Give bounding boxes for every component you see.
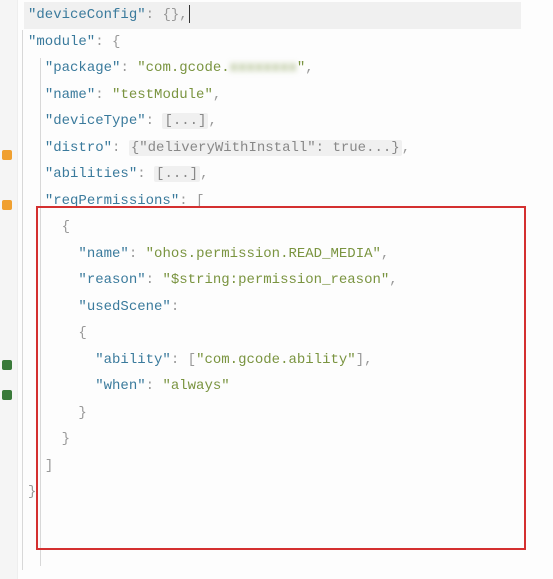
code-line: "deviceConfig": {}, [28,2,553,29]
gutter-marker [2,390,12,400]
code-line: ] [28,453,553,480]
code-line: } [28,479,553,506]
json-key: "module" [28,34,95,50]
gutter-marker [2,200,12,210]
code-line: "distro": {"deliveryWithInstall": true..… [28,135,553,162]
code-line: "name": "ohos.permission.READ_MEDIA", [28,241,553,268]
code-line: "when": "always" [28,373,553,400]
code-line: "package": "com.gcode.xxxxxxxx", [28,55,553,82]
json-key: "name" [78,246,128,262]
code-line: "deviceType": [...], [28,108,553,135]
json-key: "reqPermissions" [45,193,179,209]
json-key: "when" [95,378,145,394]
code-line: "usedScene": [28,294,553,321]
gutter-marker [2,150,12,160]
json-key: "usedScene" [78,299,170,315]
folded-content[interactable]: [...] [162,113,208,129]
json-key: "deviceConfig" [28,7,146,23]
code-line: "reqPermissions": [ [28,188,553,215]
editor-gutter [0,0,18,579]
code-line: { [28,320,553,347]
json-key: "abilities" [45,166,137,182]
json-key: "package" [45,60,121,76]
json-key: "deviceType" [45,113,146,129]
code-editor[interactable]: "deviceConfig": {}, "module": { "package… [0,0,553,506]
json-key: "reason" [78,272,145,288]
json-key: "distro" [45,140,112,156]
fold-guide [22,30,23,570]
fold-guide [40,58,41,566]
code-line: { [28,214,553,241]
json-key: "name" [45,87,95,103]
text-cursor [189,5,190,23]
folded-content[interactable]: {"deliveryWithInstall": true...} [129,140,402,156]
code-line: } [28,400,553,427]
json-key: "ability" [95,352,171,368]
gutter-marker [2,360,12,370]
redacted-text: xxxxxxxx [230,60,297,76]
code-line: "reason": "$string:permission_reason", [28,267,553,294]
code-line: "module": { [28,29,553,56]
code-line: "ability": ["com.gcode.ability"], [28,347,553,374]
code-line: } [28,426,553,453]
code-line: "abilities": [...], [28,161,553,188]
folded-content[interactable]: [...] [154,166,200,182]
code-line: "name": "testModule", [28,82,553,109]
